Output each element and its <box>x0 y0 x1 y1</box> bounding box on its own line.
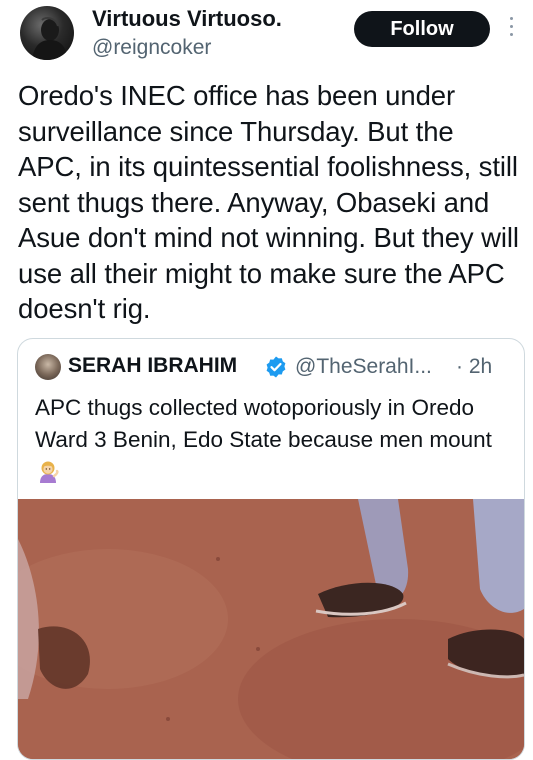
quoted-tweet-card[interactable]: SERAH IBRAHIM @TheSerahI... · 2h APC thu… <box>17 338 525 760</box>
verified-badge-icon <box>266 356 286 378</box>
tweet-text: Oredo's INEC office has been under surve… <box>18 80 519 324</box>
quoted-tweet-timestamp[interactable]: · 2h <box>456 355 492 379</box>
quoted-author-name[interactable]: SERAH IBRAHIM <box>68 354 237 378</box>
quoted-tweet-text: APC thugs collected wotoporiously in Ore… <box>35 395 492 452</box>
quoted-author-avatar[interactable] <box>35 354 61 380</box>
follow-button[interactable]: Follow <box>354 11 490 47</box>
quoted-author-handle[interactable]: @TheSerahI... <box>295 355 432 379</box>
quoted-tweet-video-thumbnail[interactable] <box>18 499 524 759</box>
author-handle[interactable]: @reigncoker <box>92 36 211 60</box>
tweet-header: Virtuous Virtuoso. @reigncoker Follow <box>0 0 533 80</box>
author-display-name[interactable]: Virtuous Virtuoso. <box>92 6 282 32</box>
author-avatar[interactable] <box>20 6 74 60</box>
woman-tipping-hand-emoji-icon <box>40 461 59 483</box>
quoted-tweet-header: SERAH IBRAHIM @TheSerahI... · 2h <box>18 339 524 389</box>
more-options-icon[interactable] <box>507 17 515 41</box>
quoted-tweet-text-block: APC thugs collected wotoporiously in Ore… <box>35 392 505 488</box>
